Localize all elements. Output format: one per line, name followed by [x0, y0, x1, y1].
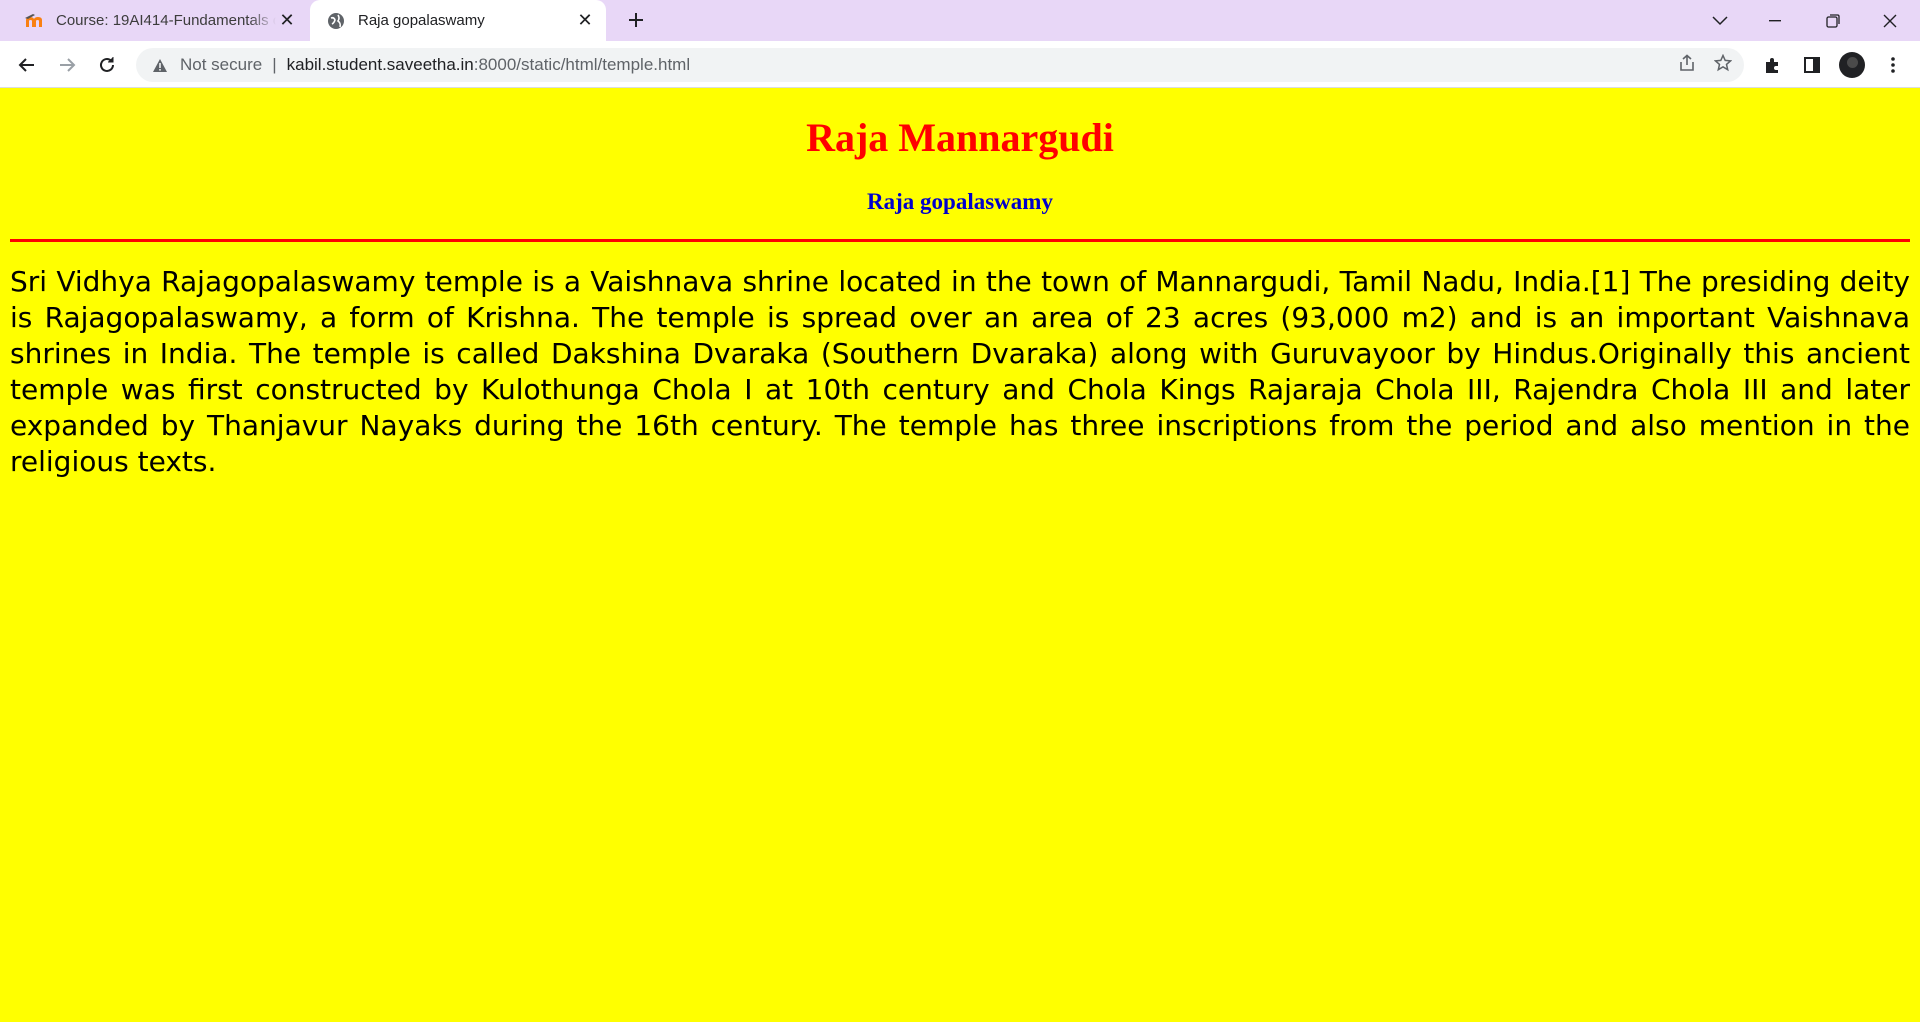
- reload-icon: [100, 57, 114, 72]
- side-panel-icon[interactable]: [1796, 49, 1828, 81]
- share-icon[interactable]: [1678, 53, 1696, 77]
- reload-button[interactable]: [91, 49, 123, 81]
- tab-title: Raja gopalaswamy: [358, 12, 485, 29]
- horizontal-rule: [10, 239, 1910, 242]
- tab-course[interactable]: Course: 19AI414-Fundamentals of Web Appl…: [8, 0, 308, 41]
- separator: |: [272, 55, 277, 74]
- globe-icon: [326, 11, 346, 31]
- close-icon[interactable]: ✕: [574, 10, 596, 32]
- tab-search-button[interactable]: [1692, 0, 1748, 41]
- minimize-button[interactable]: [1748, 0, 1804, 41]
- browser-toolbar: Not secure | kabil.student.saveetha.in:8…: [0, 41, 1920, 88]
- arrow-right-icon: [60, 58, 76, 72]
- restore-button[interactable]: [1805, 0, 1861, 41]
- close-window-button[interactable]: [1862, 0, 1918, 41]
- url-host: kabil.student.saveetha.in: [286, 55, 474, 74]
- page-subtitle: Raja gopalaswamy: [867, 189, 1053, 214]
- forward-button[interactable]: [51, 49, 83, 81]
- address-bar[interactable]: Not secure | kabil.student.saveetha.in:8…: [136, 48, 1744, 82]
- menu-icon[interactable]: [1877, 49, 1909, 81]
- warning-icon[interactable]: [150, 55, 170, 75]
- back-button[interactable]: [11, 49, 43, 81]
- moodle-icon: [24, 11, 44, 31]
- tab-strip: Course: 19AI414-Fundamentals of Web Appl…: [0, 0, 1920, 41]
- temple-description: Sri Vidhya Rajagopalaswamy temple is a V…: [10, 265, 1910, 478]
- extensions-icon[interactable]: [1756, 49, 1788, 81]
- security-label[interactable]: Not secure: [180, 55, 262, 75]
- page-title: Raja Mannargudi: [806, 115, 1114, 160]
- profile-avatar[interactable]: [1836, 49, 1868, 81]
- close-icon[interactable]: ✕: [276, 10, 298, 32]
- new-tab-button[interactable]: [622, 6, 650, 34]
- tab-raja-gopalaswamy[interactable]: Raja gopalaswamy ✕: [310, 0, 606, 41]
- avatar: [1839, 52, 1865, 78]
- url-path: :8000/static/html/temple.html: [473, 55, 691, 74]
- tab-title: Course: 19AI414-Fundamentals of Web Appl…: [56, 12, 276, 29]
- page-content: Raja Mannargudi Raja gopalaswamy Sri Vid…: [0, 88, 1920, 1022]
- chevron-down-icon: [1712, 15, 1728, 25]
- star-icon[interactable]: [1713, 53, 1733, 77]
- arrow-left-icon: [18, 58, 34, 72]
